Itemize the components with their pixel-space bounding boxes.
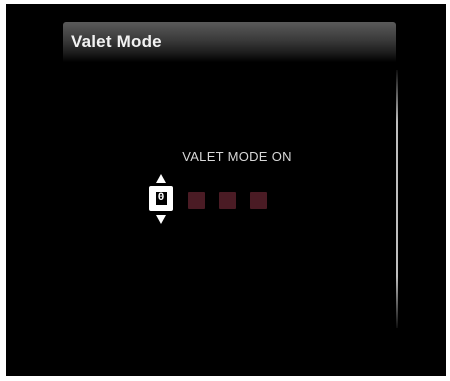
pin-digit-value: 0 <box>157 192 165 204</box>
pin-slot-2 <box>188 192 205 209</box>
header-bar: Valet Mode <box>63 22 396 62</box>
pin-slot-4 <box>250 192 267 209</box>
arrow-down-icon[interactable] <box>156 215 166 224</box>
scrollbar <box>396 70 398 328</box>
valet-status-text: VALET MODE ON <box>182 149 292 164</box>
pin-digit-selector[interactable]: 0 <box>149 186 173 211</box>
pin-entry[interactable]: 0 <box>144 174 284 234</box>
arrow-up-icon[interactable] <box>156 174 166 183</box>
screen: Valet Mode VALET MODE ON 0 <box>6 4 446 376</box>
pin-slot-3 <box>219 192 236 209</box>
pin-digit-display: 0 <box>155 192 167 205</box>
page-title: Valet Mode <box>71 32 162 51</box>
